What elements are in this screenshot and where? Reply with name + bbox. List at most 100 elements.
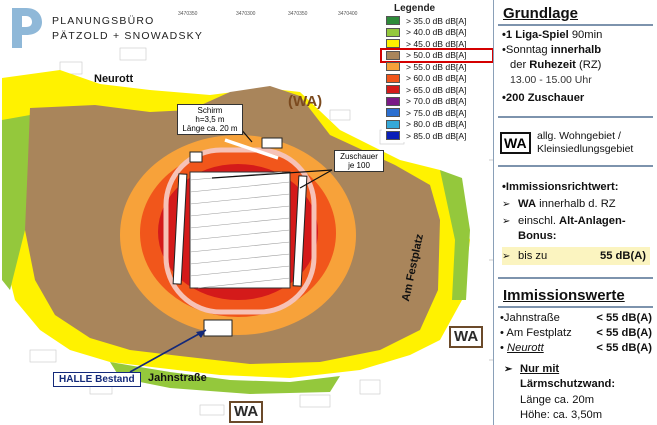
altanlagen-text: Alt-Anlagen- (559, 215, 626, 227)
row-prefix: • (500, 342, 508, 354)
innerhalb-text: innerhalb (550, 44, 602, 56)
rz-text: (RZ) (575, 59, 602, 71)
grundlage-title: Grundlage (503, 5, 579, 22)
legend-item: > 35.0 dB dB[A] (382, 15, 492, 27)
arrow-bullet-icon: ➢ (504, 364, 513, 375)
legend-label: > 60.0 dB dB[A] (406, 73, 467, 84)
building-small (189, 151, 203, 163)
legend-label: > 80.0 dB dB[A] (406, 119, 467, 130)
time-range: 13.00 - 15.00 Uhr (510, 74, 592, 86)
wa-label-bottom: WA (229, 401, 264, 423)
immission-row-neurott: • Neurott < 55 dB(A) (500, 341, 654, 355)
bis-zu-text: bis zu (518, 250, 548, 262)
legend-swatch (386, 16, 400, 26)
schirm-line-3: Länge ca. 20 m (182, 124, 238, 133)
legend-label: > 85.0 dB dB[A] (406, 130, 467, 141)
wa-legend-box: WA (500, 132, 531, 154)
company-logo-icon (12, 8, 42, 48)
separator-1 (498, 24, 653, 26)
legend-item: > 65.0 dB dB[A] (382, 84, 492, 96)
limit-value: 55 dB(A) (600, 250, 646, 262)
wa-label-right: WA (449, 326, 484, 348)
legend-swatch (386, 73, 400, 83)
football-pitch (189, 171, 291, 289)
legend-item: > 55.0 dB dB[A] (382, 61, 492, 73)
arrow-bullet-icon: ➢ (502, 216, 511, 227)
legend-rows: > 35.0 dB dB[A] > 40.0 dB dB[A] > 45.0 dB … (380, 15, 493, 142)
street-label-neurott: Neurott (94, 73, 134, 85)
arrow-bullet-icon: ➢ (502, 251, 511, 262)
legend-item: > 50.0 dB dB[A] (380, 47, 493, 63)
info-panel: Grundlage •1 Liga-Spiel 90min •Sonntag i… (493, 0, 657, 425)
separator-5 (498, 306, 653, 308)
row-label: Neurott (507, 342, 544, 354)
richtwert-limit: ➢ bis zu 55 dB(A) (502, 247, 650, 265)
richtwert-title: •Immissionsrichtwert: (502, 181, 619, 193)
legend-label: > 55.0 dB dB[A] (406, 61, 467, 72)
legend-label: > 40.0 dB dB[A] (406, 27, 467, 38)
nur-mit-text: Nur mit (520, 363, 560, 375)
zuschauer-count: •200 Zuschauer (502, 92, 585, 104)
axis-number-2: 3470300 (236, 11, 256, 17)
einschl-text: einschl. (518, 215, 560, 227)
arrow-bullet-icon: ➢ (502, 199, 511, 210)
sonntag-text: •Sonntag (502, 44, 551, 56)
legend-label: > 75.0 dB dB[A] (406, 107, 467, 118)
axis-number-1: 3470350 (178, 11, 198, 17)
row-label: • Am Festplatz (500, 327, 572, 339)
schirm-line-2: h=3,5 m (195, 115, 225, 124)
legend-item: > 85.0 dB dB[A] (382, 130, 492, 142)
building-top (261, 137, 283, 149)
grundlage-line3: der Ruhezeit (RZ) (510, 58, 601, 72)
zuschauer-callout: Zuschauer je 100 (334, 150, 384, 172)
legend-label: > 65.0 dB dB[A] (406, 84, 467, 95)
legend-swatch (386, 131, 400, 141)
immission-row-festplatz: • Am Festplatz < 55 dB(A) (500, 326, 654, 340)
wa-label-top: (WA) (288, 93, 323, 110)
wa-text: WA (518, 198, 537, 210)
axis-number-3: 3470350 (288, 11, 308, 17)
legend-label: > 70.0 dB dB[A] (406, 96, 467, 107)
legend-swatch (386, 119, 400, 129)
separator-4 (498, 277, 653, 279)
legend-swatch (386, 96, 400, 106)
laenge-text: Länge ca. 20m (520, 394, 595, 406)
legend-label: > 50.0 dB dB[A] (406, 50, 467, 61)
legend-label: > 35.0 dB dB[A] (406, 15, 467, 26)
ruhezeit-text: Ruhezeit (529, 59, 576, 71)
grundlage-line2: •Sonntag innerhalb (502, 43, 601, 57)
row-label: •Jahnstraße (500, 312, 560, 324)
zuschauer-line-2: je 100 (348, 161, 370, 170)
hoehe-text: Höhe: ca. 3,50m (520, 409, 603, 421)
legend-label: > 45.0 dB dB[A] (406, 38, 467, 49)
duration-text: 90min (568, 29, 603, 41)
legend-swatch (386, 108, 400, 118)
legend-item: > 75.0 dB dB[A] (382, 107, 492, 119)
legend-swatch (386, 39, 400, 49)
immission-row-jahnstrasse: •Jahnstraße < 55 dB(A) (500, 311, 654, 325)
halle-building (203, 319, 233, 337)
row-value: < 55 dB(A) (596, 327, 652, 339)
row-value: < 55 dB(A) (596, 342, 652, 354)
company-name: PLANUNGSBÜRO PÄTZOLD + SNOWADSKY (52, 14, 203, 44)
street-label-jahnstrasse: Jahnstraße (148, 372, 207, 384)
legend-item: > 80.0 dB dB[A] (382, 119, 492, 131)
legend-title: Legende (394, 3, 436, 14)
company-name-line2: PÄTZOLD + SNOWADSKY (52, 30, 204, 42)
nur-mit-line: ➢ Nur mit (504, 362, 559, 377)
liga-spiel-text: •1 Liga-Spiel (502, 29, 569, 41)
row-value: < 55 dB(A) (596, 312, 652, 324)
wa-legend-line1: allg. Wohngebiet / (537, 130, 621, 142)
noise-map-panel: PLANUNGSBÜRO PÄTZOLD + SNOWADSKY 3470350… (0, 0, 493, 425)
halle-bestand-label: HALLE Bestand (53, 372, 141, 387)
schirm-line-1: Schirm (197, 106, 223, 115)
separator-3 (498, 165, 653, 167)
separator-2 (498, 116, 653, 118)
bonus-text: Bonus: (518, 230, 557, 242)
grundlage-line1: •1 Liga-Spiel 90min (502, 28, 602, 42)
der-text: der (510, 59, 530, 71)
legend-item: > 40.0 dB dB[A] (382, 27, 492, 39)
legend-item: > 70.0 dB dB[A] (382, 96, 492, 108)
wa-legend-line2: Kleinsiedlungsgebiet (537, 143, 634, 155)
legend-item: > 45.0 dB dB[A] (382, 38, 492, 50)
